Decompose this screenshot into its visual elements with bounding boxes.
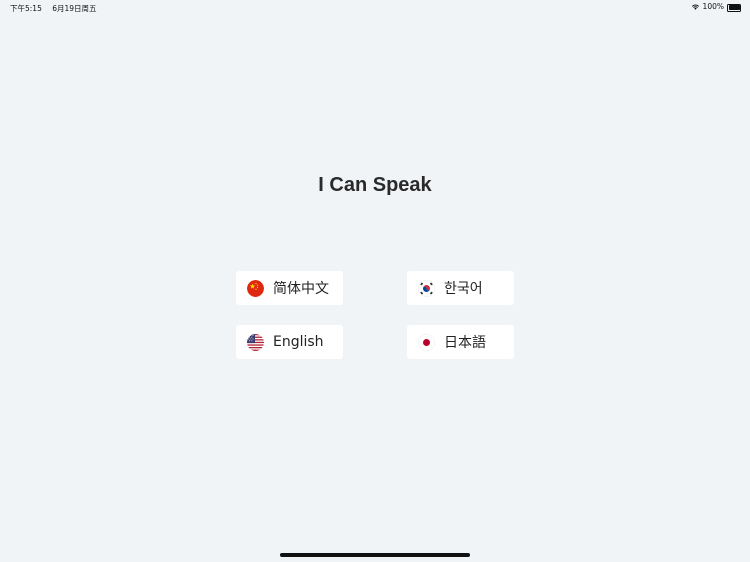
status-left: 下午5:15 6月19日周五 [10,3,97,14]
wifi-icon [691,4,699,10]
language-button-english[interactable]: English [236,325,343,359]
korea-flag-icon [418,279,435,297]
japan-flag-icon [418,333,435,351]
language-button-korean[interactable]: 한국어 [407,271,514,305]
language-label-english: English [273,334,324,350]
battery-percent: 100% [702,2,724,11]
language-button-chinese[interactable]: 简体中文 [236,271,343,305]
language-button-japanese[interactable]: 日本語 [407,325,514,359]
language-label-chinese: 简体中文 [273,281,329,297]
status-date: 6月19日周五 [52,4,97,13]
status-time: 下午5:15 [10,4,42,13]
home-indicator[interactable] [280,553,470,557]
battery-icon [727,3,742,12]
status-bar: 下午5:15 6月19日周五 100% [0,0,750,14]
language-label-korean: 한국어 [444,281,483,297]
status-right: 100% [691,2,742,12]
page-title: I Can Speak [318,174,432,196]
usa-flag-icon [247,333,264,351]
language-label-japanese: 日本語 [444,335,486,351]
china-flag-icon [247,279,264,297]
